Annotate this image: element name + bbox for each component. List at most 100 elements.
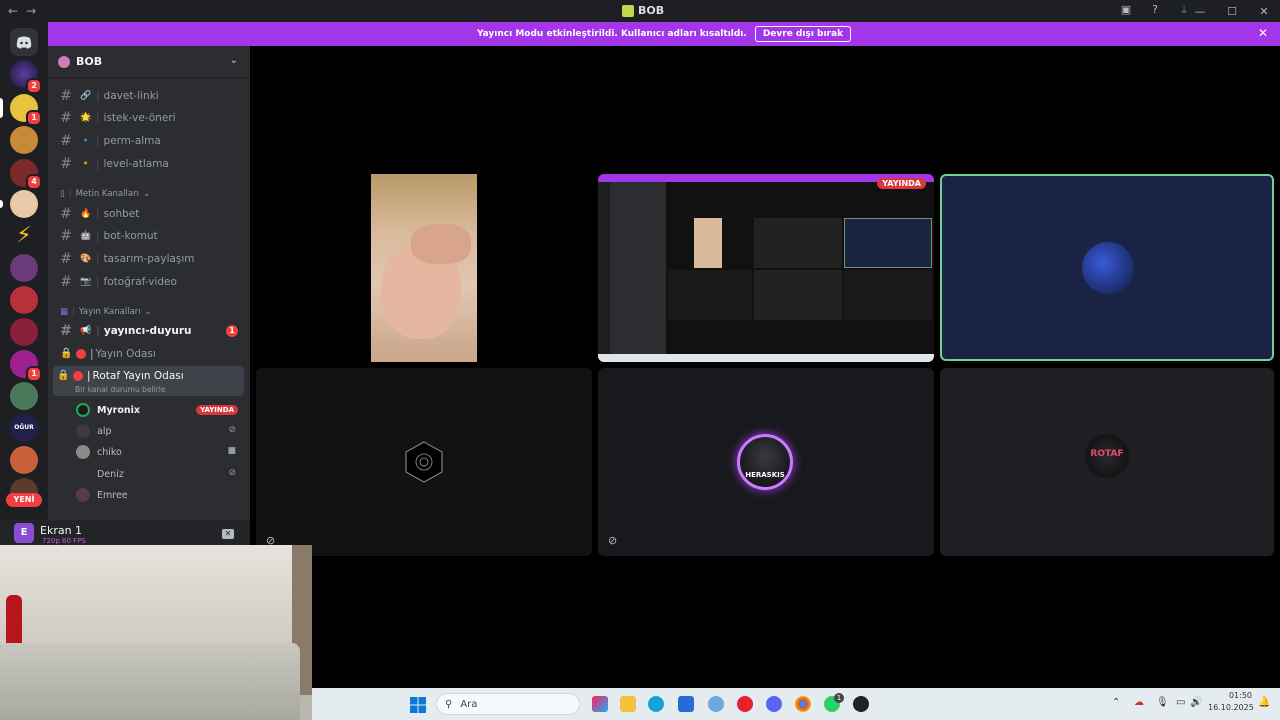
server-badge: 2 (26, 78, 42, 94)
channel-status-hint[interactable]: Bir kanal durumu belirle (75, 385, 165, 394)
channel-label: yayıncı-duyuru (103, 325, 192, 337)
help-icon[interactable]: ? (1148, 3, 1162, 17)
notification-bell-icon[interactable]: 🔔 (1258, 697, 1270, 708)
hash-icon: # (60, 110, 72, 126)
channel-yayin-odasi[interactable]: 🔒 | Yayın Odası (56, 344, 244, 364)
disable-streamer-mode-button[interactable]: Devre dışı bırak (754, 26, 852, 42)
video-tile-screen-share[interactable]: YAYINDA (598, 174, 934, 362)
video-tile-heraskis[interactable]: HERASKIS ⊘ (598, 368, 934, 556)
close-window-icon[interactable]: ✕ (1248, 5, 1280, 18)
banner-text: Yayıncı Modu etkinleştirildi. Kullanıcı … (476, 29, 747, 39)
start-icon[interactable] (410, 697, 426, 713)
avatar: HERASKIS (737, 434, 793, 490)
server-girl-icon[interactable] (10, 190, 38, 218)
server-cat-icon[interactable] (10, 126, 38, 154)
forward-arrow-icon[interactable]: → (26, 4, 36, 18)
video-tile-geometry-user[interactable]: ⊘ (256, 368, 592, 556)
channel-label: Rotaf Yayın Odası (92, 370, 184, 382)
server-lightning-icon[interactable]: ⚡ (10, 222, 38, 250)
channel-sidebar: BOB ⌄ # 🔗 | davet-linki # 🌟 | istek-ve-ö… (48, 46, 250, 520)
maximize-icon[interactable]: ☐ (1216, 5, 1248, 18)
server-dark-icon[interactable] (10, 318, 38, 346)
megaphone-icon: 📢 (80, 326, 92, 336)
channel-emoji: 🎨 (80, 254, 92, 264)
channel-level-atlama[interactable]: # 🔸 | level-atlama (56, 154, 244, 174)
whatsapp-badge: 1 (834, 693, 844, 703)
taskbar-search[interactable]: ⚲ Ara (436, 693, 580, 715)
store-icon[interactable] (678, 696, 694, 712)
server-partial-icon[interactable] (10, 478, 38, 494)
chevron-up-icon[interactable]: ⌃ (1112, 697, 1120, 708)
mini-tile (754, 270, 842, 320)
channel-tasarim-paylasim[interactable]: # 🎨 | tasarım-paylaşım (56, 249, 244, 269)
onedrive-icon[interactable]: ☁ (1134, 697, 1144, 708)
voice-user[interactable]: Emree (76, 485, 242, 505)
back-arrow-icon[interactable]: ← (8, 4, 18, 18)
channel-davet-linki[interactable]: # 🔗 | davet-linki (56, 86, 244, 106)
chrome-icon[interactable] (795, 696, 811, 712)
copilot-icon[interactable] (592, 696, 608, 712)
window-title-text: BOB (638, 4, 665, 17)
document-icon: ▯ (60, 189, 65, 199)
network-icon[interactable]: ▭ (1176, 697, 1185, 708)
volume-icon[interactable]: 🔊 (1190, 697, 1202, 708)
stream-quality: 720p 60 FPS (42, 537, 86, 545)
channel-emoji: 🤖 (80, 231, 92, 241)
channel-rotaf-yayin-odasi[interactable]: 🔒 | Rotaf Yayın Odası Bir kanal durumu b… (53, 366, 244, 396)
video-tile-speaking-user[interactable] (940, 174, 1274, 361)
edge-icon[interactable] (648, 696, 664, 712)
channel-istek-ve-oneri[interactable]: # 🌟 | istek-ve-öneri (56, 108, 244, 128)
screen-name: Ekran 1 (40, 524, 83, 537)
file-explorer-icon[interactable] (620, 696, 636, 712)
discord-icon[interactable] (766, 696, 782, 712)
taskbar: ⚲ Ara 1 ⌃ ☁ 🎙 ▭ 🔊 01:50 16.10.2025 🔔 (312, 688, 1280, 720)
server-emblem-icon (58, 55, 70, 68)
wall (0, 545, 312, 645)
channel-yayinci-duyuru[interactable]: # 📢 | yayıncı-duyuru 1 (56, 321, 244, 341)
inbox-icon[interactable]: ▣ (1119, 3, 1133, 17)
server-orange-icon[interactable] (10, 446, 38, 474)
new-unreads-button[interactable]: YENİ (6, 493, 42, 507)
voice-user[interactable]: Deniz ⊘ (76, 464, 242, 484)
title-bar: ← → BOB ▣ ? ⤓ — ☐ ✕ (0, 0, 1280, 22)
close-icon[interactable]: ✕ (1258, 26, 1268, 40)
server-ogour-icon[interactable]: OĞUR (10, 414, 38, 442)
clock-time[interactable]: 01:50 (1218, 691, 1252, 700)
server-redhair-icon[interactable] (10, 286, 38, 314)
video-tile-webcam[interactable] (256, 174, 592, 362)
muted-mic-icon: ⊘ (608, 534, 618, 547)
microphone-icon[interactable]: 🎙 (1156, 697, 1169, 708)
voice-user[interactable]: chiko ■ (76, 442, 242, 462)
home-discord-icon[interactable] (10, 28, 38, 56)
category-text-channels[interactable]: ▯ | Metin Kanalları ⌄ (60, 189, 150, 199)
settings-icon[interactable] (708, 696, 724, 712)
mention-badge: 1 (226, 325, 238, 337)
app-icon[interactable] (853, 696, 869, 712)
minimize-icon[interactable]: — (1184, 5, 1216, 18)
channel-fotograf-video[interactable]: # 📷 | fotoğraf-video (56, 272, 244, 292)
avatar (76, 467, 90, 481)
hash-icon: # (60, 274, 72, 290)
mini-sidebar (610, 182, 666, 354)
stop-stream-icon[interactable]: ✕ (222, 529, 234, 539)
hash-icon: # (60, 251, 72, 267)
voice-user[interactable]: alp ⊘ (76, 421, 242, 441)
streamer-mode-banner: Yayıncı Modu etkinleştirildi. Kullanıcı … (48, 22, 1280, 46)
voice-user-name: alp (97, 425, 112, 437)
category-stream-channels[interactable]: ▦ | Yayın Kanalları ⌄ (60, 307, 152, 317)
channel-perm-alma[interactable]: # 🔹 | perm-alma (56, 131, 244, 151)
channel-bot-komut[interactable]: # 🤖 | bot-komut (56, 226, 244, 246)
server-portrait-icon[interactable] (10, 254, 38, 282)
media-player-icon[interactable] (737, 696, 753, 712)
channel-label: perm-alma (103, 135, 161, 147)
channel-emoji: 🔥 (80, 209, 92, 219)
server-header[interactable]: BOB ⌄ (48, 46, 250, 78)
avatar-label: HERASKIS (745, 471, 785, 479)
geometry-avatar-icon (405, 441, 443, 483)
video-tile-rotaf[interactable]: ROTAF (940, 368, 1274, 556)
clock-date[interactable]: 16.10.2025 (1208, 703, 1254, 712)
channel-sohbet[interactable]: # 🔥 | sohbet (56, 204, 244, 224)
server-character-icon[interactable] (10, 382, 38, 410)
voice-user[interactable]: Myronix YAYINDA (76, 400, 242, 420)
video-camera-icon: ■ (227, 446, 236, 456)
